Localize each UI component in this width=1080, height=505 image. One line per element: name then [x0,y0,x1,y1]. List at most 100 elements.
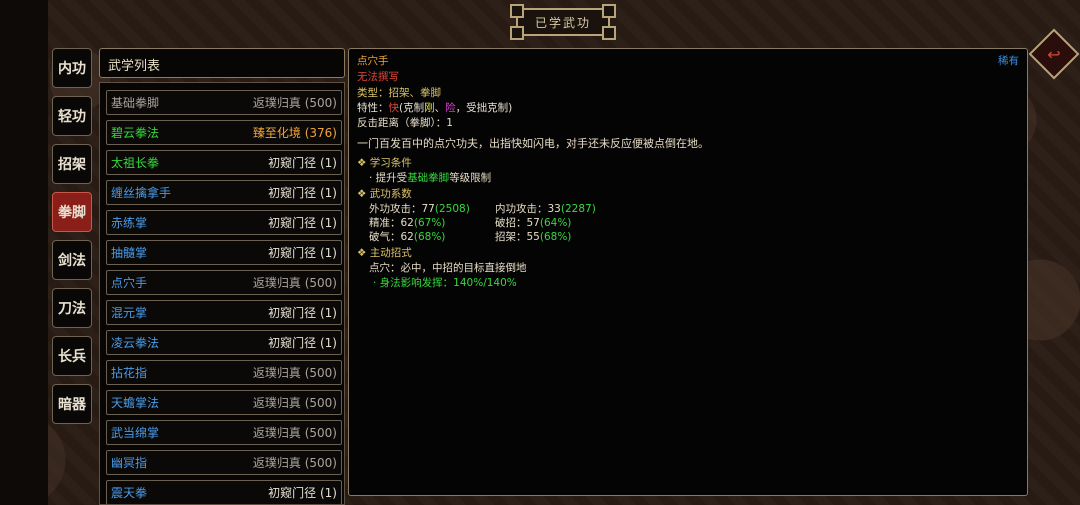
list-item[interactable]: 缠丝擒拿手 初窥门径 (1) [106,180,342,205]
tab-label: 轻功 [58,109,86,125]
active-move-sub: · 身法影响发挥：140%/140% [373,277,517,289]
skill-rank: 初窥门径 (1) [268,216,337,230]
list-item[interactable]: 混元掌 初窥门径 (1) [106,300,342,325]
tab-daofa[interactable]: 刀法 [52,288,92,328]
req-suffix: 等级限制 [449,172,492,184]
list-header-text: 武学列表 [108,59,161,74]
counter-range: 反击距离（拳脚）：1 [357,117,453,129]
list-header: 武学列表 [99,48,345,78]
skill-name: 赤练掌 [111,216,148,230]
req-prefix: · 提升受 [369,172,408,184]
skill-rank: 返璞归真 (500) [252,96,337,110]
tab-label: 招架 [58,157,86,173]
list-item[interactable]: 碧云拳法 臻至化境 (376) [106,120,342,145]
stat-value: 内功攻击：33 [495,203,561,215]
active-move-header: ❖ 主动招式 [357,247,412,259]
tab-jianfa[interactable]: 剑法 [52,240,92,280]
stat-break-qi: 破气：62(68%) [369,229,445,244]
tab-changbing[interactable]: 长兵 [52,336,92,376]
requirement-row: · 提升受基础拳脚等级限制 [369,170,491,185]
trait-label: 特性： [357,102,389,114]
skill-rank: 返璞归真 (500) [252,396,337,410]
skill-name: 太祖长拳 [111,156,160,170]
list-item[interactable]: 抽髓掌 初窥门径 (1) [106,240,342,265]
skill-rank: 返璞归真 (500) [252,456,337,470]
req-link: 基础拳脚 [407,172,450,184]
skill-name: 缠丝擒拿手 [111,186,172,200]
skill-name: 武当绵掌 [111,426,160,440]
skill-rank: 初窥门径 (1) [268,336,337,350]
stat-accuracy: 精准：62(67%) [369,215,445,230]
stat-ext-attack: 外功攻击：77(2508) [369,201,470,216]
stat-bonus: (2287) [560,203,596,215]
list-item[interactable]: 太祖长拳 初窥门径 (1) [106,150,342,175]
stat-bonus: (67%) [413,217,446,229]
skill-name: 幽冥指 [111,456,148,470]
stat-break: 破招：57(64%) [495,215,571,230]
stat-int-attack: 内功攻击：33(2287) [495,201,596,216]
tab-zhaojia[interactable]: 招架 [52,144,92,184]
list-item[interactable]: 凌云拳法 初窥门径 (1) [106,330,342,355]
stat-value: 破招：57 [495,217,540,229]
skill-rank: 初窥门径 (1) [268,486,337,500]
tab-label: 暗器 [58,397,86,413]
category-tabs: 内功 轻功 招架 拳脚 剑法 刀法 长兵 暗器 [52,48,94,432]
tab-label: 内功 [58,61,86,77]
skill-name: 拈花指 [111,366,148,380]
list-item[interactable]: 赤练掌 初窥门径 (1) [106,210,342,235]
stat-bonus: (64%) [539,217,572,229]
trait-text: (克制 [399,102,425,114]
list-item[interactable]: 天蟾掌法 返璞归真 (500) [106,390,342,415]
trait-hard: 刚 [424,102,435,114]
tab-quanjiao[interactable]: 拳脚 [52,192,92,232]
skill-name: 抽髓掌 [111,246,148,260]
tab-qinggong[interactable]: 轻功 [52,96,92,136]
list-item[interactable]: 震天拳 初窥门径 (1) [106,480,342,504]
skill-name: 基础拳脚 [111,96,160,110]
skill-list[interactable]: 基础拳脚 返璞归真 (500) 碧云拳法 臻至化境 (376) 太祖长拳 初窥门径 (… [99,82,345,505]
coefficient-header: ❖ 武功系数 [357,188,412,200]
unequip-note: 无法撰写 [357,71,399,83]
skill-rank: 臻至化境 (376) [252,126,337,140]
list-item[interactable]: 基础拳脚 返璞归真 (500) [106,90,342,115]
skill-rank: 初窥门径 (1) [268,156,337,170]
skill-name: 凌云拳法 [111,336,160,350]
stat-value: 破气：62 [369,231,414,243]
type-value: 招架、拳脚 [388,87,442,99]
list-item[interactable]: 武当绵掌 返璞归真 (500) [106,420,342,445]
window-title-text: 已学武功 [534,15,591,30]
skill-rank: 初窥门径 (1) [268,186,337,200]
tab-label: 剑法 [58,253,86,269]
stat-bonus: (2508) [434,203,470,215]
tab-label: 拳脚 [58,205,86,221]
tab-anqi[interactable]: 暗器 [52,384,92,424]
trait-dan: 险 [445,102,456,114]
stat-value: 外功攻击：77 [369,203,435,215]
skill-name: 点穴手 [111,276,148,290]
stat-bonus: (68%) [413,231,446,243]
trait-sep: 、 [434,102,446,114]
skill-name: 天蟾掌法 [111,396,160,410]
requirement-header: ❖ 学习条件 [357,157,412,169]
type-row: 类型：招架、拳脚 [357,85,441,100]
list-item[interactable]: 拈花指 返璞归真 (500) [106,360,342,385]
skill-name: 震天拳 [111,486,148,500]
list-item[interactable]: 幽冥指 返璞归真 (500) [106,450,342,475]
skill-rank: 初窥门径 (1) [268,306,337,320]
window-title: 已学武功 [510,4,616,40]
trait-text: ，受拙克制) [455,102,513,114]
skill-title: 点穴手 [357,55,389,67]
return-arrow-icon[interactable]: ↩ [1044,44,1064,64]
skill-name: 碧云拳法 [111,126,160,140]
stat-value: 精准：62 [369,217,414,229]
trait-row: 特性：快(克制刚、险，受拙克制) [357,100,512,115]
list-item[interactable]: 点穴手 返璞归真 (500) [106,270,342,295]
skill-rank: 返璞归真 (500) [252,426,337,440]
stat-parry: 招架：55(68%) [495,229,571,244]
tab-neigong[interactable]: 内功 [52,48,92,88]
skill-name: 混元掌 [111,306,148,320]
tab-label: 刀法 [58,301,86,317]
active-move: 点穴：必中，中招的目标直接倒地 [369,262,527,274]
screen-edge [0,0,48,505]
tab-label: 长兵 [58,349,86,365]
